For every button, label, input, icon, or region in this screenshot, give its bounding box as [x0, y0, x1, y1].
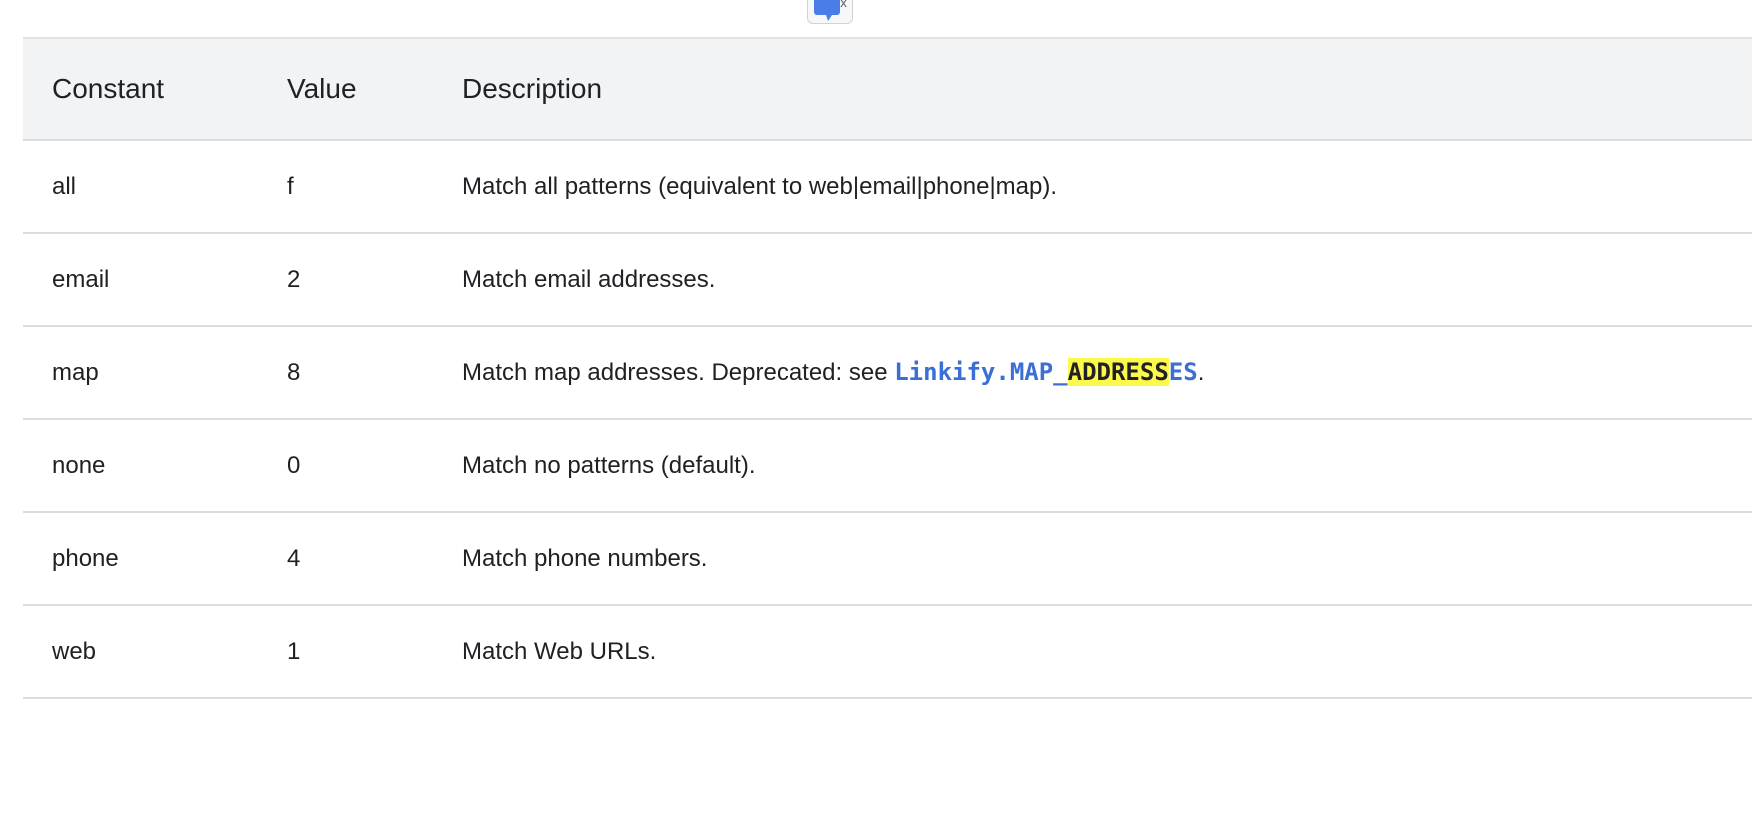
page: x Constant Value Description all f Match… [0, 0, 1752, 814]
table-row: none 0 Match no patterns (default). [23, 419, 1752, 513]
constants-table: Constant Value Description all f Match a… [23, 37, 1752, 699]
constant-cell: email [23, 233, 258, 327]
link-text-part2: ES [1168, 358, 1198, 386]
table-header-row: Constant Value Description [23, 37, 1752, 141]
table-row: all f Match all patterns (equivalent to … [23, 140, 1752, 234]
svg-text:x: x [840, 0, 847, 10]
column-header-constant: Constant [23, 37, 258, 141]
link-text-part1: Linkify.MAP_ [894, 358, 1068, 386]
value-cell: 2 [258, 233, 433, 327]
table-header: Constant Value Description [23, 37, 1752, 141]
linkify-map-addresses-link[interactable]: Linkify.MAP_ADDRESSES [894, 358, 1198, 386]
constant-cell: none [23, 419, 258, 513]
table-row: email 2 Match email addresses. [23, 233, 1752, 327]
constant-cell: web [23, 605, 258, 699]
table-body: all f Match all patterns (equivalent to … [23, 140, 1752, 699]
value-cell: 8 [258, 326, 433, 420]
value-cell: 0 [258, 419, 433, 513]
description-cell: Match email addresses. [433, 233, 1752, 327]
constant-cell: all [23, 140, 258, 234]
constant-cell: map [23, 326, 258, 420]
value-cell: f [258, 140, 433, 234]
column-header-description: Description [433, 37, 1752, 141]
translate-widget[interactable]: x [807, 0, 853, 24]
description-cell: Match phone numbers. [433, 512, 1752, 606]
search-highlight: ADDRESS [1067, 358, 1169, 386]
description-cell: Match Web URLs. [433, 605, 1752, 699]
value-cell: 1 [258, 605, 433, 699]
value-cell: 4 [258, 512, 433, 606]
google-translate-icon: x [814, 0, 847, 21]
description-prefix: Match map addresses. Deprecated: see [462, 359, 895, 386]
table-row: web 1 Match Web URLs. [23, 605, 1752, 699]
table-row: map 8 Match map addresses. Deprecated: s… [23, 326, 1752, 420]
constant-cell: phone [23, 512, 258, 606]
constants-table-container: Constant Value Description all f Match a… [23, 37, 1752, 699]
description-suffix: . [1197, 359, 1205, 386]
table-row: phone 4 Match phone numbers. [23, 512, 1752, 606]
column-header-value: Value [258, 37, 433, 141]
description-cell: Match map addresses. Deprecated: see Lin… [433, 326, 1752, 420]
description-cell: Match no patterns (default). [433, 419, 1752, 513]
description-cell: Match all patterns (equivalent to web|em… [433, 140, 1752, 234]
